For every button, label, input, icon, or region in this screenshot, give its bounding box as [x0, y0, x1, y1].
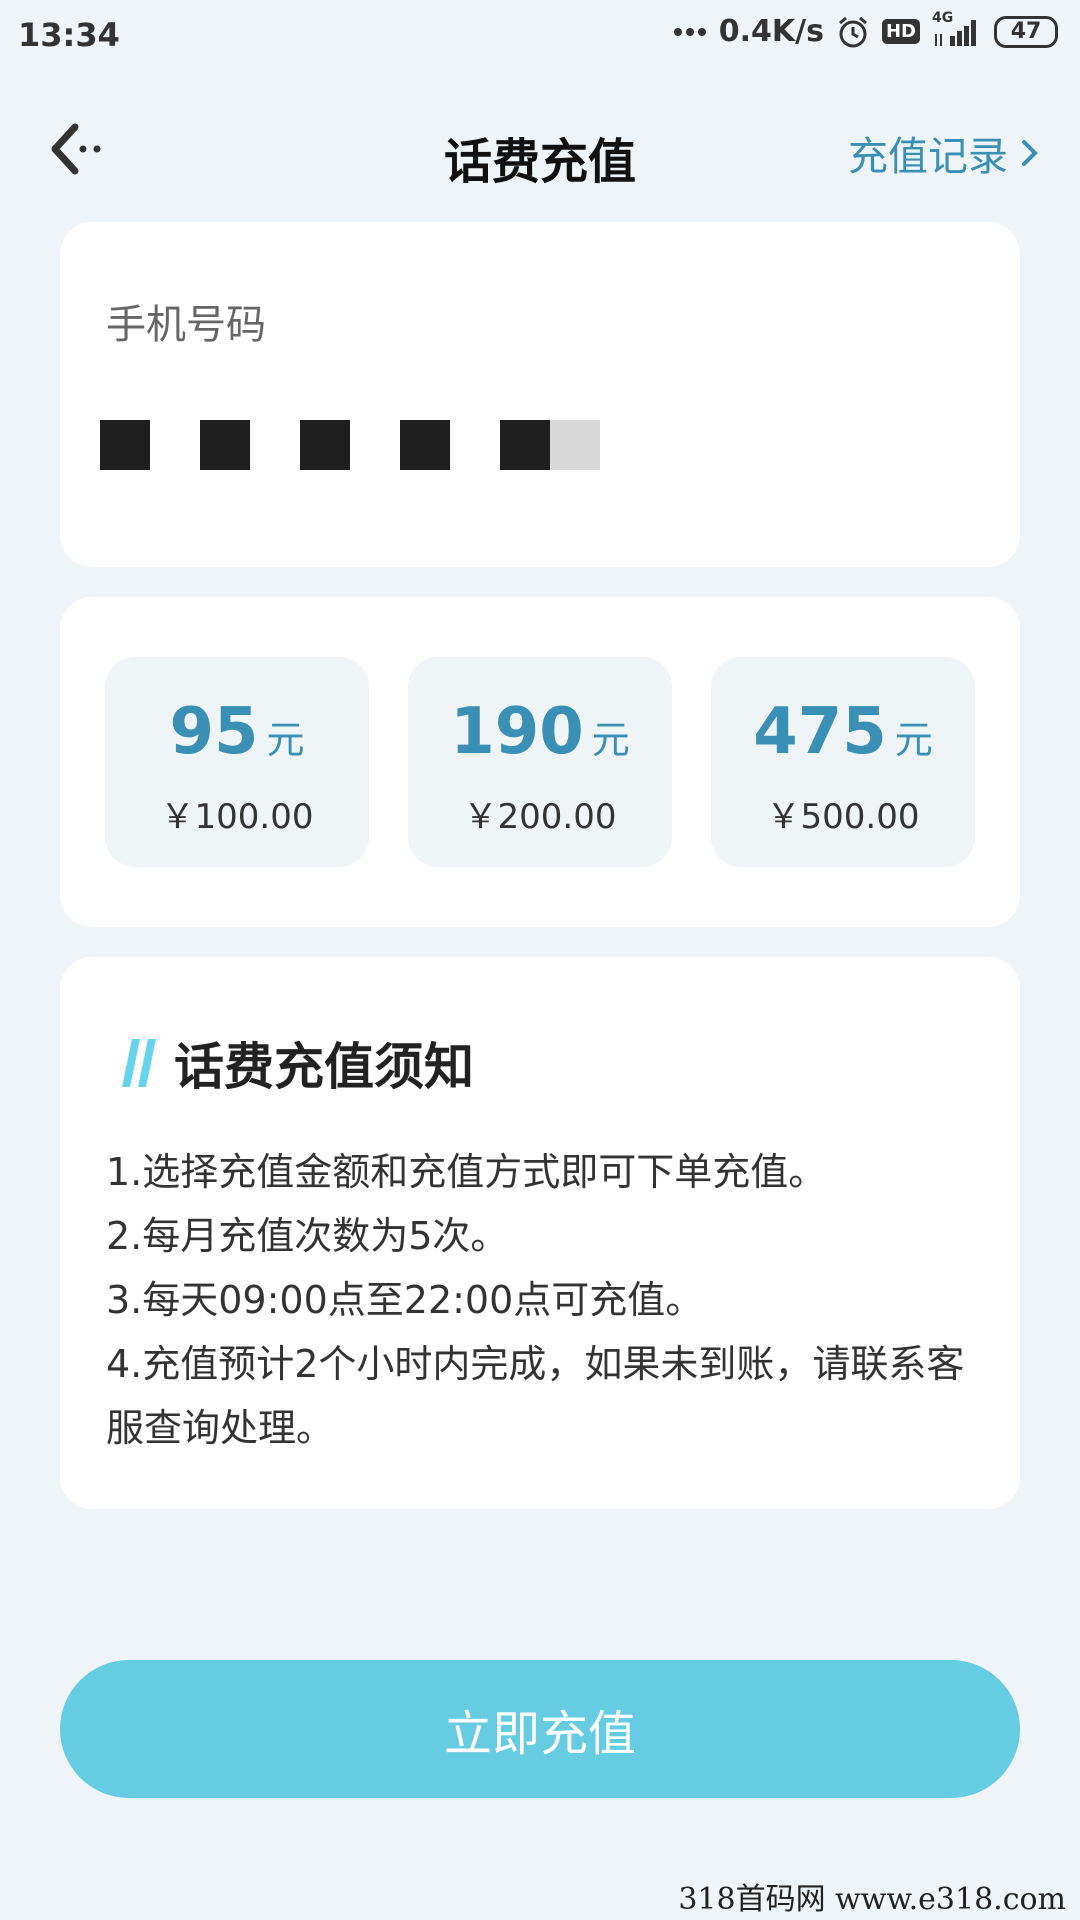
phone-label: 手机号码 — [106, 302, 266, 348]
phone-number-input[interactable] — [100, 420, 600, 470]
battery-indicator: 47 — [994, 15, 1058, 48]
network-type: 4G — [932, 9, 954, 26]
notice-item: 1.选择充值金额和充值方式即可下单充值。 — [106, 1150, 827, 1194]
amount-price: ￥500.00 — [766, 797, 920, 837]
redaction-block — [200, 420, 250, 470]
notice-card: 话费充值须知 1.选择充值金额和充值方式即可下单充值。 2.每月充值次数为5次。… — [60, 957, 1020, 1509]
status-bar: 13:34 0.4K/s HD 4G 47 — [0, 0, 1080, 72]
redaction-block — [400, 420, 450, 470]
chevron-right-icon — [1022, 140, 1038, 166]
notice-item: 3.每天09:00点至22:00点可充值。 — [106, 1278, 704, 1322]
status-time: 13:34 — [18, 16, 120, 54]
double-slash-icon — [122, 1039, 156, 1087]
hd-label: HD — [881, 19, 920, 44]
watermark: 318首码网 www.e318.com — [678, 1882, 1066, 1917]
amount-value-row: 190 元 — [408, 695, 672, 769]
notice-item: 4.充值预计2个小时内完成，如果未到账，请联系客服查询处理。 — [106, 1342, 965, 1450]
amount-value: 190 — [450, 695, 584, 769]
notice-title: 话费充值须知 — [174, 1038, 474, 1096]
amount-card: 95 元 ￥100.00 190 元 ￥200.00 475 元 ￥500.00 — [60, 597, 1020, 927]
notice-item: 2.每月充值次数为5次。 — [106, 1214, 509, 1258]
redaction-block — [100, 420, 150, 470]
redaction-block — [300, 420, 350, 470]
amount-value: 475 — [753, 695, 887, 769]
recharge-now-button[interactable]: 立即充值 — [60, 1660, 1020, 1798]
amount-price: ￥200.00 — [463, 797, 617, 837]
notice-list: 1.选择充值金额和充值方式即可下单充值。 2.每月充值次数为5次。 3.每天09… — [106, 1140, 986, 1460]
redaction-block-light — [550, 420, 600, 470]
amount-value-row: 475 元 — [711, 695, 975, 769]
amount-option-95[interactable]: 95 元 ￥100.00 — [105, 657, 369, 867]
redaction-block — [500, 420, 550, 470]
amount-option-190[interactable]: 190 元 ￥200.00 — [408, 657, 672, 867]
more-dots-icon — [673, 27, 707, 37]
signal-icon: 4G — [932, 10, 982, 48]
hd-icon: HD — [881, 19, 920, 44]
phone-card: 手机号码 — [60, 222, 1020, 567]
amount-unit: 元 — [266, 718, 305, 762]
amount-price: ￥100.00 — [160, 797, 314, 837]
amount-value-row: 95 元 — [105, 695, 369, 769]
header: 话费充值 充值记录 — [0, 110, 1080, 190]
amount-unit: 元 — [591, 718, 630, 762]
notice-header: 话费充值须知 — [118, 1027, 474, 1099]
network-speed: 0.4K/s — [718, 14, 824, 49]
status-icons: 0.4K/s HD 4G 47 — [673, 10, 1058, 49]
amount-option-475[interactable]: 475 元 ￥500.00 — [711, 657, 975, 867]
recharge-history-link[interactable]: 充值记录 — [848, 124, 1040, 182]
recharge-history-label: 充值记录 — [848, 134, 1008, 180]
amount-unit: 元 — [894, 718, 933, 762]
alarm-icon — [836, 15, 870, 49]
amount-value: 95 — [169, 695, 259, 769]
